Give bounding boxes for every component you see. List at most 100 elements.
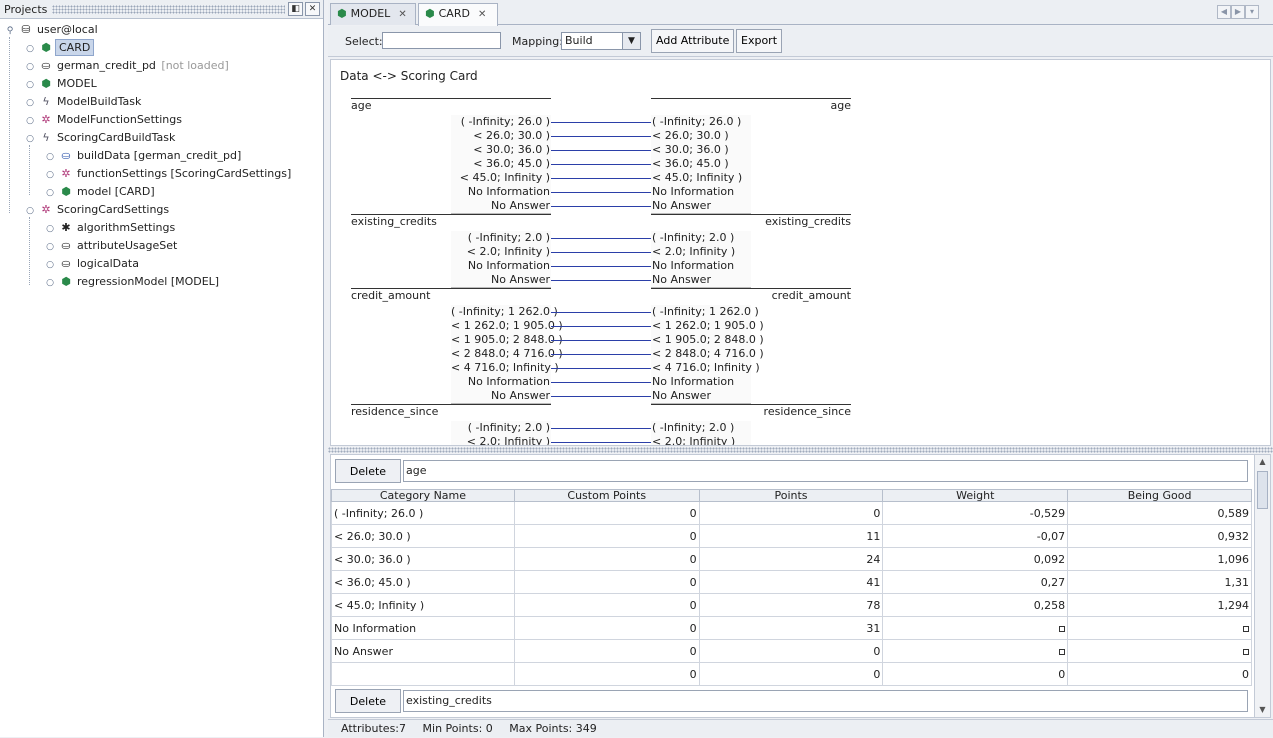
source-category[interactable]: < 4 716.0; Infinity ) <box>451 361 559 376</box>
custom-points-cell[interactable]: 0 <box>513 593 700 617</box>
diagram-mapping-row[interactable]: No Answer No Answer <box>331 389 871 404</box>
table-row[interactable]: ( -Infinity; 26.0 ) 0 0 -0,529 0,589 <box>331 501 1252 525</box>
diagram-attribute-header[interactable]: age age <box>331 98 871 112</box>
target-category[interactable]: ( -Infinity; 26.0 ) <box>651 115 751 130</box>
table-row[interactable]: No Answer 0 0 <box>331 639 1252 663</box>
table-row[interactable]: < 45.0; Infinity ) 0 78 0,258 1,294 <box>331 593 1252 617</box>
custom-points-cell[interactable]: 0 <box>513 639 700 663</box>
table-row[interactable]: < 26.0; 30.0 ) 0 11 -0,07 0,932 <box>331 524 1252 548</box>
tree-item[interactable]: ○ ⛀ german_credit_pd [not loaded] <box>23 57 229 75</box>
mapping-link[interactable] <box>551 238 651 239</box>
mapping-link[interactable] <box>551 396 651 397</box>
attribute-name-field[interactable]: age <box>403 460 1248 482</box>
table-row[interactable]: No Information 0 31 <box>331 616 1252 640</box>
mapping-link[interactable] <box>551 136 651 137</box>
tree-item[interactable]: ○ ✱ algorithmSettings <box>43 219 177 237</box>
source-category[interactable]: < 2.0; Infinity ) <box>451 435 551 445</box>
source-category[interactable]: No Information <box>451 185 551 200</box>
table-row[interactable]: < 36.0; 45.0 ) 0 41 0,27 1,31 <box>331 570 1252 594</box>
diagram-attribute-header[interactable]: credit_amount credit_amount <box>331 288 871 302</box>
tab-model[interactable]: ⬢ MODEL ✕ <box>330 3 416 25</box>
tab-right-icon[interactable]: ▶ <box>1231 5 1245 19</box>
target-category[interactable]: No Information <box>651 375 751 390</box>
mapping-link[interactable] <box>551 164 651 165</box>
source-category[interactable]: ( -Infinity; 1 262.0 ) <box>451 305 558 320</box>
mapping-link[interactable] <box>551 312 651 313</box>
target-category[interactable]: No Answer <box>651 389 751 404</box>
close-panel-button[interactable]: ✕ <box>305 2 320 16</box>
tree-item[interactable]: ○ ⛀ buildData [german_credit_pd] <box>43 147 243 165</box>
source-category[interactable]: No Answer <box>451 273 551 288</box>
tree-item[interactable]: ○ ⬢ model [CARD] <box>43 183 157 201</box>
target-category[interactable]: < 2.0; Infinity ) <box>651 245 751 260</box>
source-category[interactable]: < 30.0; 36.0 ) <box>451 143 551 158</box>
mapping-link[interactable] <box>551 122 651 123</box>
diagram-mapping-row[interactable]: No Information No Information <box>331 375 871 390</box>
source-category[interactable]: < 26.0; 30.0 ) <box>451 129 551 144</box>
expand-toggle-icon[interactable]: ○ <box>23 58 37 76</box>
panel-grip[interactable] <box>52 5 285 14</box>
source-category[interactable]: < 2 848.0; 4 716.0 ) <box>451 347 563 362</box>
target-category[interactable]: ( -Infinity; 2.0 ) <box>651 421 751 436</box>
tree-item[interactable]: ○ ⬢ regressionModel [MODEL] <box>43 273 221 291</box>
diagram-mapping-row[interactable]: ( -Infinity; 26.0 ) ( -Infinity; 26.0 ) <box>331 115 871 130</box>
tab-card[interactable]: ⬢ CARD ✕ <box>418 3 498 26</box>
mapping-link[interactable] <box>551 428 651 429</box>
target-category[interactable]: ( -Infinity; 1 262.0 ) <box>651 305 759 320</box>
tree-item[interactable]: ○ ⬢ CARD <box>23 39 95 57</box>
diagram-mapping-row[interactable]: No Answer No Answer <box>331 199 871 214</box>
tab-left-icon[interactable]: ◀ <box>1217 5 1231 19</box>
table-row[interactable]: 0000 <box>331 662 1252 686</box>
diagram-mapping-row[interactable]: < 2.0; Infinity ) < 2.0; Infinity ) <box>331 245 871 260</box>
diagram-mapping-row[interactable]: < 45.0; Infinity ) < 45.0; Infinity ) <box>331 171 871 186</box>
tree-item[interactable]: ⚲ ⛁ user@local <box>3 21 100 39</box>
tree-item[interactable]: ○ ✲ functionSettings [ScoringCardSettings] <box>43 165 293 183</box>
source-category[interactable]: ( -Infinity; 2.0 ) <box>451 421 551 436</box>
expand-toggle-icon[interactable]: ○ <box>43 166 57 184</box>
target-category[interactable]: < 26.0; 30.0 ) <box>651 129 751 144</box>
target-category[interactable]: < 2.0; Infinity ) <box>651 435 751 445</box>
close-icon[interactable]: ✕ <box>398 9 406 20</box>
mapping-link[interactable] <box>551 252 651 253</box>
mapping-link[interactable] <box>551 178 651 179</box>
minimize-panel-button[interactable]: ◧ <box>288 2 303 16</box>
vertical-scrollbar[interactable]: ▲ ▼ <box>1254 455 1270 717</box>
diagram-mapping-row[interactable]: < 2.0; Infinity ) < 2.0; Infinity ) <box>331 435 871 445</box>
source-category[interactable]: ( -Infinity; 2.0 ) <box>451 231 551 246</box>
column-header[interactable]: Weight <box>882 489 1069 502</box>
mapping-link[interactable] <box>551 192 651 193</box>
mapping-link[interactable] <box>551 280 651 281</box>
mapping-link[interactable] <box>551 340 651 341</box>
scroll-down-icon[interactable]: ▼ <box>1255 703 1270 717</box>
target-category[interactable]: < 4 716.0; Infinity ) <box>651 361 760 376</box>
mapping-link[interactable] <box>551 368 651 369</box>
source-category[interactable]: No Answer <box>451 199 551 214</box>
mapping-link[interactable] <box>551 206 651 207</box>
target-category[interactable]: ( -Infinity; 2.0 ) <box>651 231 751 246</box>
target-category[interactable]: No Information <box>651 185 751 200</box>
diagram-mapping-row[interactable]: No Information No Information <box>331 185 871 200</box>
diagram-attribute-header[interactable]: existing_credits existing_credits <box>331 214 871 228</box>
expand-toggle-icon[interactable]: ○ <box>23 112 37 130</box>
delete-attribute-button[interactable]: Delete <box>335 459 401 483</box>
diagram-mapping-row[interactable]: ( -Infinity; 2.0 ) ( -Infinity; 2.0 ) <box>331 231 871 246</box>
diagram-attribute-header[interactable]: residence_since residence_since <box>331 404 871 418</box>
tree-item[interactable]: ○ ⛀ attributeUsageSet <box>43 237 179 255</box>
add-attribute-button[interactable]: Add Attribute <box>651 29 735 53</box>
expand-toggle-icon[interactable]: ○ <box>23 202 37 220</box>
mapping-link[interactable] <box>551 326 651 327</box>
source-category[interactable]: No Information <box>451 259 551 274</box>
expand-toggle-icon[interactable]: ○ <box>23 130 37 148</box>
custom-points-cell[interactable]: 0 <box>513 547 700 571</box>
target-category[interactable]: < 2 848.0; 4 716.0 ) <box>651 347 764 362</box>
target-category[interactable]: < 45.0; Infinity ) <box>651 171 751 186</box>
select-input[interactable] <box>382 32 501 49</box>
diagram-mapping-row[interactable]: < 2 848.0; 4 716.0 ) < 2 848.0; 4 716.0 ) <box>331 347 871 362</box>
custom-points-cell[interactable]: 0 <box>513 570 700 594</box>
source-category[interactable]: < 1 262.0; 1 905.0 ) <box>451 319 563 334</box>
close-icon[interactable]: ✕ <box>478 9 486 20</box>
column-header[interactable]: Category Name <box>331 489 515 502</box>
table-row[interactable]: < 30.0; 36.0 ) 0 24 0,092 1,096 <box>331 547 1252 571</box>
mapping-link[interactable] <box>551 442 651 443</box>
expand-toggle-icon[interactable]: ○ <box>43 184 57 202</box>
